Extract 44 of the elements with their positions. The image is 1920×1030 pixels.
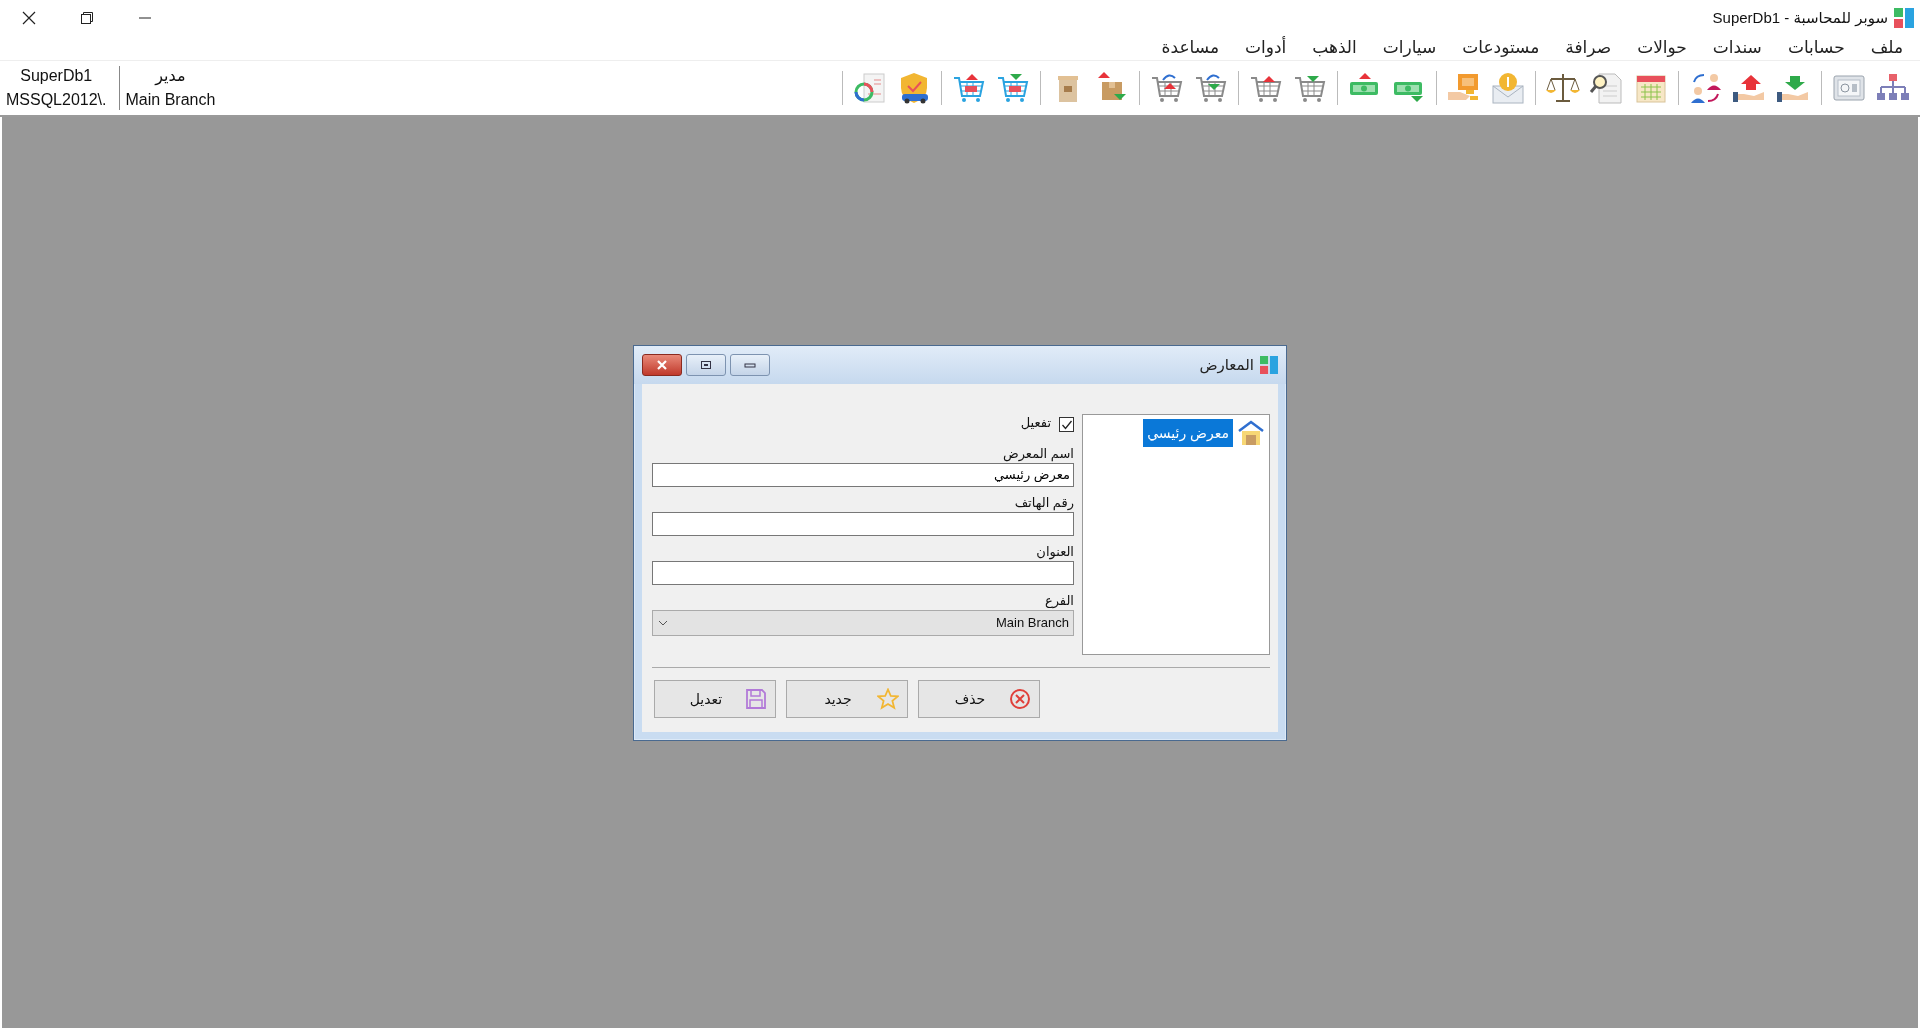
restore-icon xyxy=(80,11,94,25)
restore-button[interactable] xyxy=(686,353,726,376)
field-label: الفرع xyxy=(1044,591,1074,610)
app-logo-icon xyxy=(1260,355,1278,374)
field-label: العنوان xyxy=(1036,542,1074,561)
close-circle-icon xyxy=(1009,687,1031,710)
input-field[interactable] xyxy=(652,560,1074,585)
field-label: اسم المعرض xyxy=(1002,444,1074,463)
new-button[interactable]: جديد xyxy=(786,679,908,718)
input-field[interactable]: معرض رئيسي xyxy=(652,462,1074,487)
user-name: مدير xyxy=(155,66,186,88)
database-name: SuperDb1 xyxy=(20,66,93,86)
branch-dropdown[interactable]: Main Branch xyxy=(652,609,1074,636)
app-logo-icon xyxy=(1894,8,1914,28)
menu-item[interactable]: مساعدة xyxy=(1148,36,1233,60)
delete-button[interactable]: حذف xyxy=(918,679,1040,718)
list-item[interactable]: معرض رئيسي xyxy=(1143,418,1233,447)
close-icon xyxy=(656,358,668,371)
menu-item[interactable]: أدوات xyxy=(1232,36,1300,60)
edit-button[interactable]: تعديل xyxy=(654,679,776,718)
save-icon xyxy=(745,687,767,710)
checkbox[interactable] xyxy=(1059,417,1074,432)
menu-item[interactable]: حوالات xyxy=(1624,36,1700,60)
dialog-title: المعارض xyxy=(1199,355,1254,374)
menu-item[interactable]: ملف xyxy=(1857,36,1916,60)
field-label: رقم الهاتف xyxy=(1014,493,1074,512)
close-icon xyxy=(22,11,36,25)
warehouse-icon xyxy=(1237,418,1265,447)
menu-item[interactable]: مستودعات xyxy=(1449,36,1553,60)
checkbox-label: تفعيل xyxy=(1020,413,1051,432)
window-title: سوبر للمحاسبة - SuperDb1 xyxy=(1712,9,1888,27)
menu-item[interactable]: حسابات xyxy=(1774,36,1858,60)
input-field[interactable] xyxy=(652,511,1074,536)
document-search-icon[interactable] xyxy=(1589,70,1625,106)
menu-item[interactable]: الذهب xyxy=(1299,36,1370,60)
menu-item[interactable]: صرافة xyxy=(1552,36,1625,60)
server-name: MSSQL2012\. xyxy=(6,90,107,110)
branch-name: Main Branch xyxy=(125,90,216,110)
star-icon xyxy=(877,687,899,710)
restore-icon xyxy=(700,358,712,371)
close-button[interactable] xyxy=(642,353,682,376)
menu-item[interactable]: سيارات xyxy=(1369,36,1450,60)
report-chart-icon[interactable] xyxy=(852,70,888,106)
menu-item[interactable]: سندات xyxy=(1699,36,1775,60)
